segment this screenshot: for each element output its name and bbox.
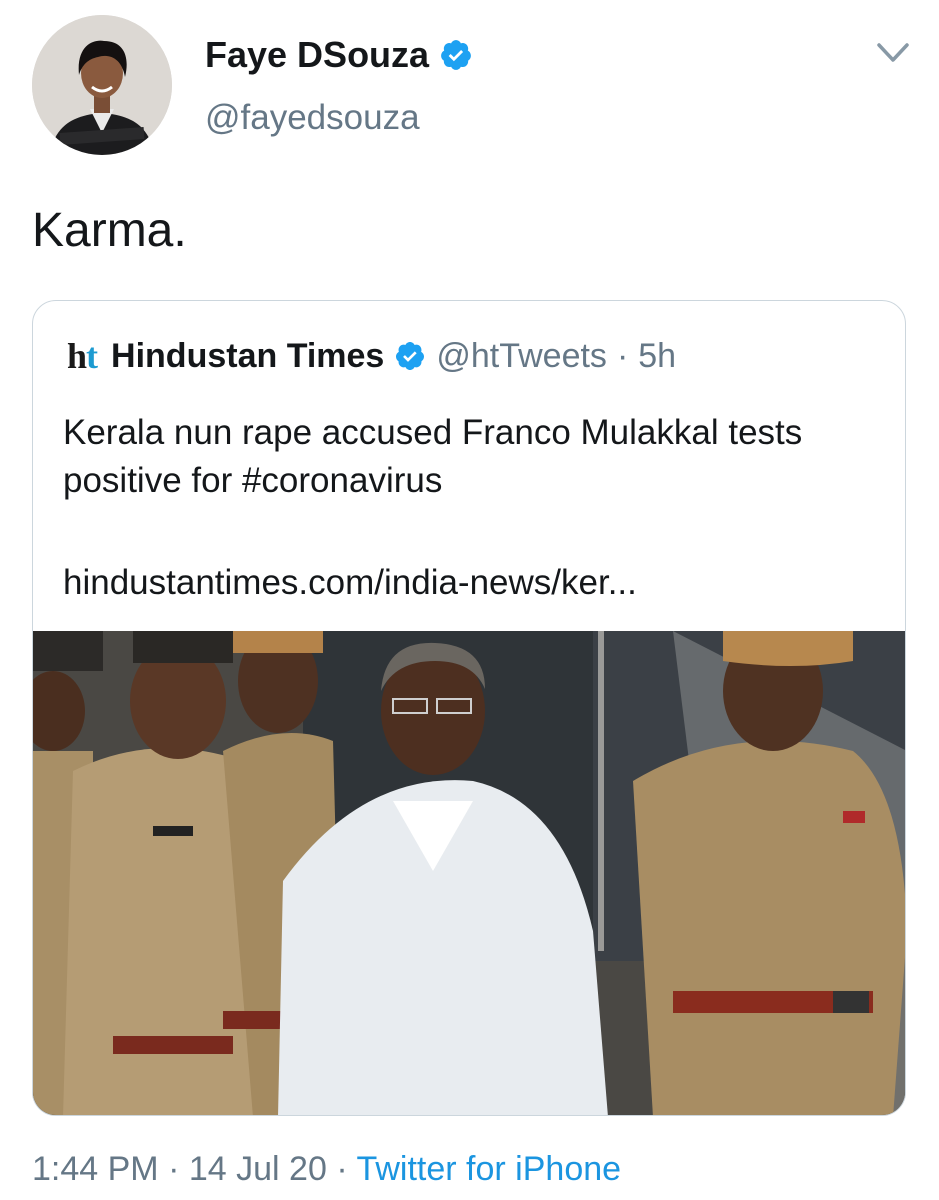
footer-separator: · [168, 1150, 180, 1188]
tweet-date[interactable]: 14 Jul 20 [189, 1150, 327, 1188]
ht-logo: ht [67, 336, 98, 376]
tweet-footer: 1:44 PM · 14 Jul 20 · Twitter for iPhone [32, 1150, 621, 1189]
meta-separator: · [616, 336, 629, 375]
footer-separator: · [336, 1150, 348, 1188]
author-handle[interactable]: @fayedsouza [205, 98, 420, 138]
author-name-row[interactable]: Faye DSouza [205, 34, 473, 76]
quoted-author-handle[interactable]: @htTweets [436, 337, 607, 376]
quoted-tweet-header: ht Hindustan Times @htTweets · 5h [67, 335, 676, 377]
verified-badge-icon [396, 342, 425, 370]
quoted-tweet-card[interactable]: ht Hindustan Times @htTweets · 5h Kerala… [32, 300, 906, 1116]
tweet-time[interactable]: 1:44 PM [32, 1150, 159, 1188]
avatar[interactable] [32, 15, 172, 155]
quoted-tweet-link[interactable]: hindustantimes.com/india-news/ker... [63, 563, 637, 603]
quoted-tweet-image[interactable] [33, 629, 905, 1115]
quoted-author-name[interactable]: Hindustan Times [111, 337, 384, 376]
tweet-text: Karma. [32, 204, 187, 257]
quoted-tweet-age: 5h [638, 336, 677, 375]
quoted-tweet-text: Kerala nun rape accused Franco Mulakkal … [63, 413, 803, 500]
tweet-source-link[interactable]: Twitter for iPhone [356, 1150, 621, 1188]
author-display-name[interactable]: Faye DSouza [205, 34, 429, 76]
verified-badge-icon [441, 40, 471, 70]
profile-photo-icon [32, 15, 172, 155]
news-photo-icon [33, 629, 905, 1115]
chevron-down-icon[interactable] [876, 40, 910, 66]
